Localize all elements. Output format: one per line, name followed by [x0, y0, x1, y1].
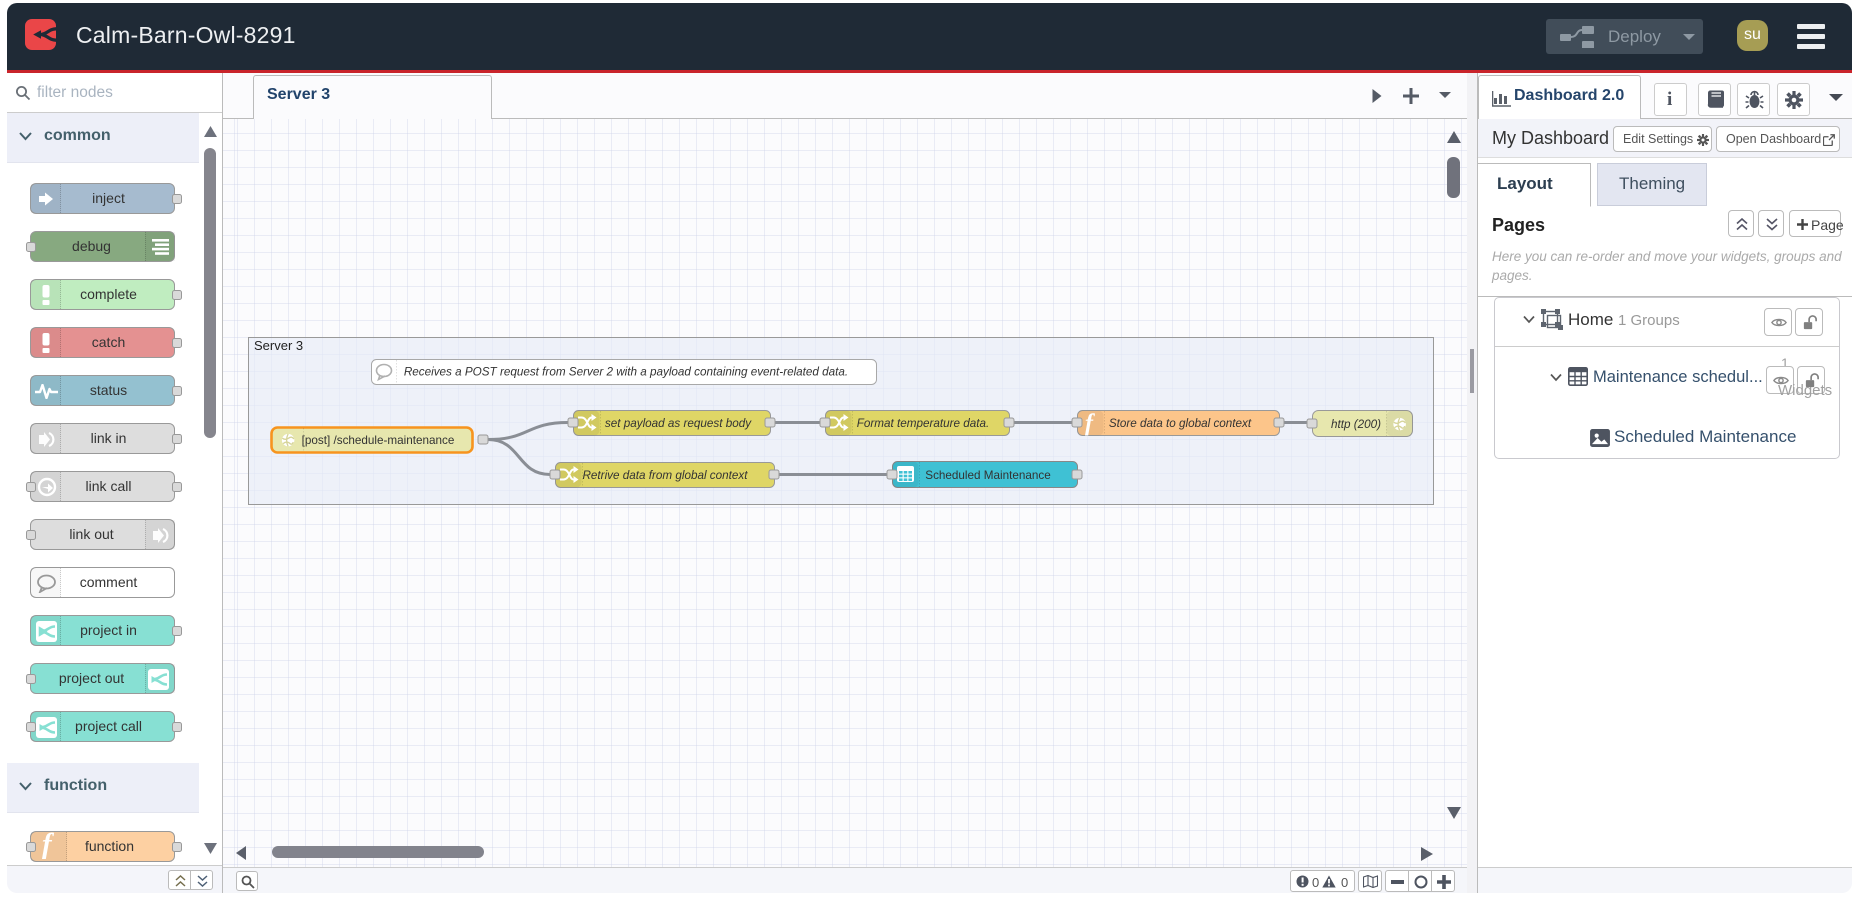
svg-text:Format temperature data.: Format temperature data. [857, 417, 990, 430]
svg-text:Server 3: Server 3 [254, 338, 303, 353]
svg-text:set payload as request body: set payload as request body [605, 417, 752, 430]
svg-text:Store data to global context: Store data to global context [1109, 417, 1252, 430]
svg-text:Retrive data from global conte: Retrive data from global context [582, 469, 748, 482]
svg-text:Scheduled Maintenance: Scheduled Maintenance [925, 469, 1050, 482]
svg-text:http (200): http (200) [1331, 418, 1381, 431]
svg-text:[post] /schedule-maintenance: [post] /schedule-maintenance [302, 434, 455, 447]
svg-text:Receives a POST request from S: Receives a POST request from Server 2 wi… [404, 366, 848, 379]
